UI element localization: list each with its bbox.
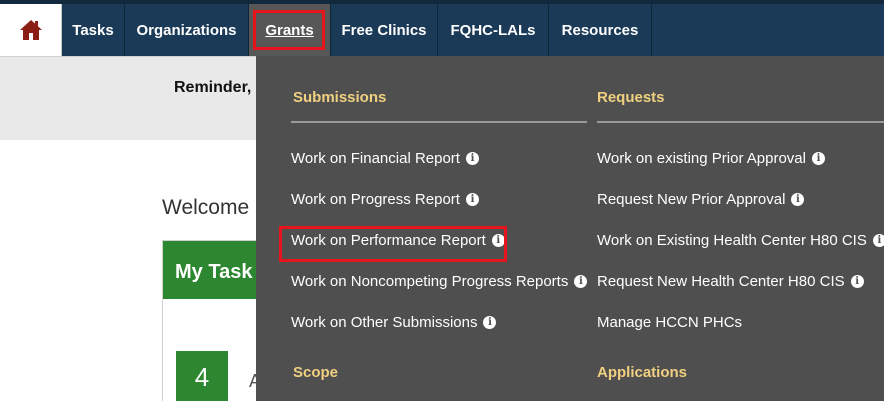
task-count-badge[interactable]: 4 [176, 351, 228, 401]
menu-item-label: Manage HCCN PHCs [597, 314, 743, 331]
nav-tasks[interactable]: Tasks [62, 4, 125, 56]
menu-item-label: Work on Other Submissions [291, 314, 478, 331]
menu-item-label: Request New Prior Approval [597, 191, 786, 208]
performance-report-highlight-box [279, 226, 507, 262]
top-navigation: Tasks Organizations Grants Free Clinics … [0, 0, 884, 56]
info-icon[interactable]: i [465, 152, 479, 165]
applications-heading: Applications [597, 364, 688, 381]
menu-item-existing-h80-cis[interactable]: Work on Existing Health Center H80 CIS i [597, 232, 884, 249]
nav-resources-label: Resources [561, 21, 639, 39]
nav-tasks-label: Tasks [72, 21, 114, 39]
reminder-text: Reminder, [174, 79, 252, 96]
info-icon[interactable]: i [850, 275, 864, 288]
menu-item-noncompeting-progress-reports[interactable]: Work on Noncompeting Progress Reports i [291, 273, 588, 290]
grants-highlight-box [253, 10, 325, 50]
info-icon[interactable]: i [574, 275, 588, 288]
menu-item-new-h80-cis[interactable]: Request New Health Center H80 CIS i [597, 273, 864, 290]
menu-item-financial-report[interactable]: Work on Financial Report i [291, 150, 479, 167]
menu-item-new-prior-approval[interactable]: Request New Prior Approval i [597, 191, 805, 208]
submissions-heading: Submissions [293, 89, 387, 106]
menu-item-label: Work on Financial Report [291, 150, 460, 167]
nav-fqhc-lals[interactable]: FQHC-LALs [438, 4, 549, 56]
nav-resources[interactable]: Resources [549, 4, 652, 56]
info-icon[interactable]: i [465, 193, 479, 206]
nav-free-clinics[interactable]: Free Clinics [331, 4, 438, 56]
grants-dropdown-menu: Submissions Requests Work on Financial R… [256, 56, 884, 401]
menu-item-existing-prior-approval[interactable]: Work on existing Prior Approval i [597, 150, 825, 167]
menu-item-other-submissions[interactable]: Work on Other Submissions i [291, 314, 497, 331]
menu-item-label: Work on Noncompeting Progress Reports [291, 273, 569, 290]
requests-divider [597, 121, 884, 123]
menu-item-manage-hccn-phcs[interactable]: Manage HCCN PHCs [597, 314, 742, 331]
nav-fqhc-lals-label: FQHC-LALs [450, 21, 536, 39]
submissions-divider [291, 121, 587, 123]
menu-item-progress-report[interactable]: Work on Progress Report i [291, 191, 479, 208]
menu-item-label: Work on Progress Report [291, 191, 460, 208]
scope-heading: Scope [293, 364, 339, 381]
nav-organizations-label: Organizations [136, 21, 237, 39]
nav-organizations[interactable]: Organizations [125, 4, 249, 56]
info-icon[interactable]: i [483, 316, 497, 329]
home-icon [19, 20, 42, 40]
menu-item-label: Work on existing Prior Approval [597, 150, 806, 167]
requests-heading: Requests [597, 89, 665, 106]
nav-home[interactable] [0, 4, 62, 56]
info-icon[interactable]: i [811, 152, 825, 165]
info-icon[interactable]: i [872, 234, 884, 247]
info-icon[interactable]: i [791, 193, 805, 206]
nav-grants[interactable]: Grants [249, 4, 331, 56]
menu-item-label: Request New Health Center H80 CIS [597, 273, 845, 290]
welcome-heading: Welcome [162, 196, 250, 219]
menu-item-label: Work on Existing Health Center H80 CIS [597, 232, 867, 249]
nav-free-clinics-label: Free Clinics [341, 21, 427, 39]
